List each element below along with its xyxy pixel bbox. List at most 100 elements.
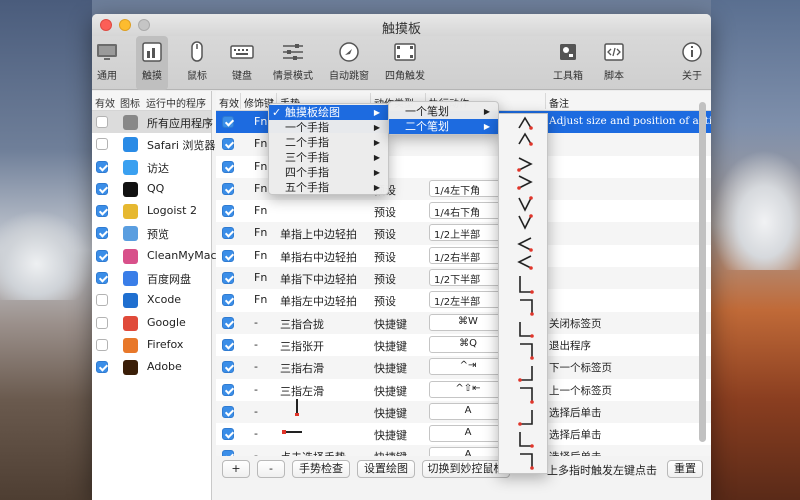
action-field[interactable]: A — [429, 447, 507, 456]
app-enabled-checkbox[interactable] — [96, 116, 108, 128]
gesture-enabled-checkbox[interactable] — [222, 316, 234, 329]
stroke-glyph-16[interactable] — [520, 453, 533, 468]
gesture-enabled-checkbox[interactable] — [222, 294, 234, 307]
app-list-item[interactable]: 访达 — [92, 156, 211, 178]
toolbar-auto-jump[interactable]: 自动跳窗 — [329, 36, 369, 90]
gesture-row[interactable]: - 点击选择手势 快捷键 A 选择后单击 — [216, 445, 711, 456]
app-enabled-checkbox[interactable] — [96, 316, 108, 329]
gesture-row[interactable]: - 三指合拢 快捷键 ⌘W 关闭标签页 — [216, 311, 711, 334]
gesture-enabled-checkbox[interactable] — [222, 405, 234, 418]
stroke-glyph-1[interactable] — [518, 132, 532, 145]
app-list-item[interactable]: CleanMyMac — [92, 245, 217, 267]
app-list-item[interactable]: Safari 浏览器 — [92, 133, 215, 155]
toolbar-keyboard[interactable]: 键盘 — [227, 36, 257, 90]
app-list-item[interactable]: Xcode — [92, 289, 211, 311]
stroke-glyph-12[interactable] — [520, 366, 533, 381]
app-list-item[interactable]: 百度网盘 — [92, 267, 211, 289]
gesture-row[interactable]: Fn 单指下中边轻拍 预设 1/2下半部 — [216, 267, 711, 290]
menu-item[interactable]: 一个笔划 ▶ — [389, 104, 498, 119]
add-gesture-button[interactable]: + — [222, 460, 250, 478]
gesture-row[interactable]: - 三指右滑 快捷键 ^⇥ 下一个标签页 — [216, 356, 711, 379]
stroke-glyph-3[interactable] — [518, 175, 533, 189]
gesture-enabled-checkbox[interactable] — [222, 205, 234, 218]
switch-to-magic-mouse-button[interactable]: 切换到妙控鼠标 — [422, 460, 510, 478]
action-field[interactable]: ⌘W — [429, 313, 507, 331]
column-header-enabled[interactable]: 有效 — [219, 95, 239, 110]
action-field[interactable]: 1/2右半部 — [429, 246, 507, 264]
stroke-glyph-6[interactable] — [517, 237, 532, 251]
action-field[interactable]: 1/4右下角 — [429, 202, 507, 220]
stroke-glyph-0[interactable] — [518, 116, 532, 129]
toolbar-toolbox[interactable]: 工具箱 — [553, 36, 583, 90]
gesture-enabled-checkbox[interactable] — [222, 428, 234, 441]
stroke-glyph-11[interactable] — [520, 343, 533, 358]
app-list-item[interactable]: QQ — [92, 178, 211, 200]
column-header-enabled[interactable]: 有效 — [95, 95, 115, 110]
menu-item[interactable]: 五个手指 ▶ — [269, 180, 388, 195]
gesture-enabled-checkbox[interactable] — [222, 450, 234, 456]
stroke-glyph-9[interactable] — [520, 299, 533, 314]
action-field[interactable]: 1/4左下角 — [429, 179, 507, 197]
toolbar-script[interactable]: 脚本 — [599, 36, 629, 90]
gesture-enabled-checkbox[interactable] — [222, 160, 234, 173]
gesture-enabled-checkbox[interactable] — [222, 361, 234, 374]
action-field[interactable]: A — [429, 425, 507, 443]
action-field[interactable]: ^⇧⇤ — [429, 380, 507, 398]
stroke-glyph-13[interactable] — [520, 387, 533, 402]
gesture-row[interactable]: Fn 单指右中边轻拍 预设 1/2右半部 — [216, 245, 711, 267]
menu-item[interactable]: 四个手指 ▶ — [269, 165, 388, 180]
menu-item[interactable]: ✓ 触摸板绘图 ▶ — [269, 105, 388, 120]
gesture-enabled-checkbox[interactable] — [222, 227, 234, 240]
app-enabled-checkbox[interactable] — [96, 227, 108, 240]
action-field[interactable]: A — [429, 402, 507, 420]
app-enabled-checkbox[interactable] — [96, 272, 108, 285]
column-header-note[interactable]: 备注 — [549, 95, 569, 110]
stroke-glyph-4[interactable] — [518, 197, 532, 212]
app-enabled-checkbox[interactable] — [96, 160, 108, 173]
toolbar-mouse[interactable]: 鼠标 — [182, 36, 212, 90]
app-list-item[interactable]: 预览 — [92, 222, 211, 244]
column-header-program[interactable]: 运行中的程序 — [146, 95, 206, 110]
toolbar-touch[interactable]: 触摸 — [136, 36, 168, 90]
menu-item[interactable]: 二个手指 ▶ — [269, 135, 388, 150]
stroke-glyph-15[interactable] — [519, 432, 532, 447]
action-field[interactable]: 1/2左半部 — [429, 291, 507, 309]
app-enabled-checkbox[interactable] — [96, 294, 108, 307]
toolbar-hot-corners[interactable]: 四角触发 — [385, 36, 425, 90]
gesture-row[interactable]: - 快捷键 A 选择后单击 — [216, 423, 711, 445]
gesture-row[interactable]: Fn 单指左中边轻拍 预设 1/2左半部 — [216, 289, 711, 311]
toolbar-general[interactable]: 通用 — [94, 36, 120, 90]
app-enabled-checkbox[interactable] — [96, 338, 108, 351]
gesture-enabled-checkbox[interactable] — [222, 338, 234, 351]
gesture-enabled-checkbox[interactable] — [222, 383, 234, 396]
gesture-row[interactable]: Fn 预设 1/4右下角 — [216, 200, 711, 222]
action-field[interactable]: 1/2下半部 — [429, 269, 507, 287]
gesture-row[interactable]: - 三指左滑 快捷键 ^⇧⇤ 上一个标签页 — [216, 379, 711, 401]
set-drawing-button[interactable]: 设置绘图 — [357, 460, 415, 478]
app-enabled-checkbox[interactable] — [96, 361, 108, 374]
stroke-glyph-8[interactable] — [519, 276, 532, 293]
gesture-check-button[interactable]: 手势检查 — [292, 460, 350, 478]
gesture-row[interactable]: - 三指张开 快捷键 ⌘Q 退出程序 — [216, 334, 711, 356]
app-list-item[interactable]: Adobe — [92, 356, 211, 378]
vertical-scrollbar[interactable] — [698, 100, 707, 445]
app-enabled-checkbox[interactable] — [96, 205, 108, 218]
gesture-enabled-checkbox[interactable] — [222, 116, 234, 128]
gesture-enabled-checkbox[interactable] — [222, 249, 234, 262]
menu-item[interactable]: 三个手指 ▶ — [269, 150, 388, 165]
toolbar-about[interactable]: 关于 — [677, 36, 707, 90]
app-enabled-checkbox[interactable] — [96, 138, 108, 151]
action-field[interactable]: 1/2上半部 — [429, 224, 507, 242]
action-field[interactable]: ⌘Q — [429, 335, 507, 353]
gesture-enabled-checkbox[interactable] — [222, 272, 234, 285]
toolbar-profiles[interactable]: 情景模式 — [273, 36, 313, 90]
app-enabled-checkbox[interactable] — [96, 182, 108, 195]
app-list-item[interactable]: Google — [92, 312, 211, 334]
app-list-item[interactable]: 所有应用程序 — [92, 111, 213, 134]
stroke-glyph-7[interactable] — [517, 255, 532, 269]
stroke-glyph-2[interactable] — [518, 157, 533, 171]
column-header-icon[interactable]: 图标 — [120, 95, 140, 110]
remove-gesture-button[interactable]: - — [257, 460, 285, 478]
stroke-glyph-10[interactable] — [519, 322, 532, 337]
app-list-item[interactable]: Logoist 2 — [92, 200, 211, 222]
